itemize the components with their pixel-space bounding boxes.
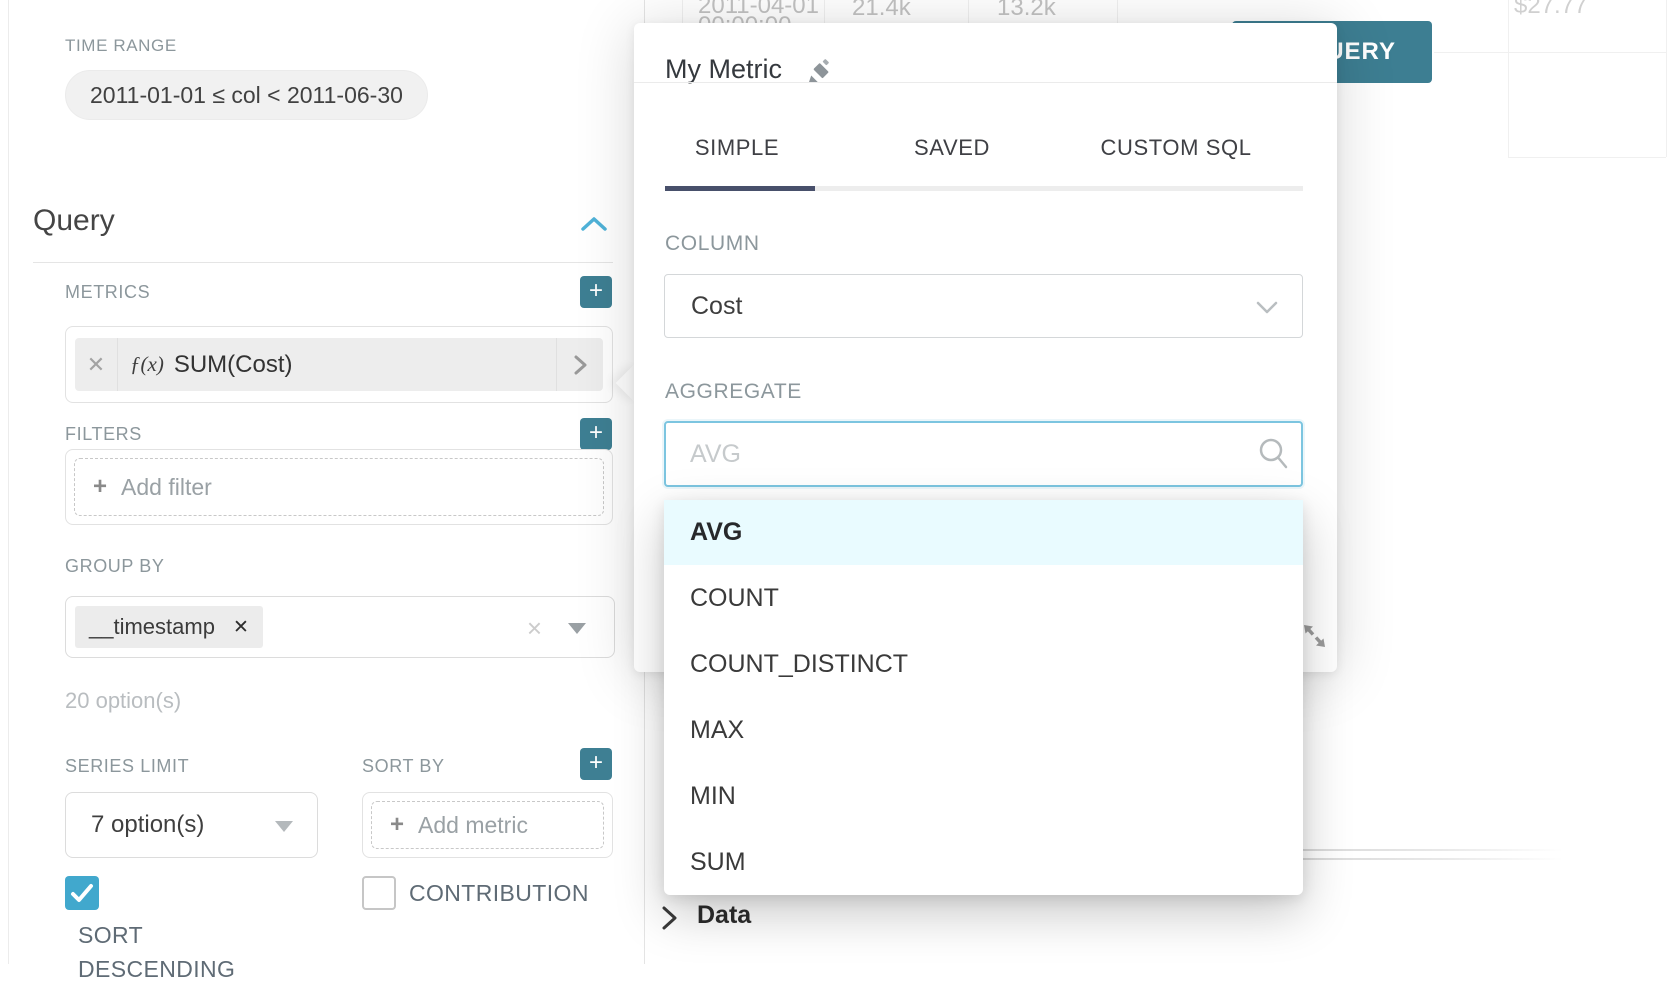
column-select-value: Cost <box>691 292 742 321</box>
bg-grid-line <box>1508 0 1509 157</box>
metric-pill[interactable]: ✕ ƒ(x) SUM(Cost) <box>75 338 603 391</box>
group-by-select[interactable]: __timestamp ✕ × <box>65 596 615 658</box>
clear-select-icon[interactable]: × <box>527 613 542 644</box>
select-caret-down-icon[interactable] <box>568 623 586 634</box>
metrics-container: ✕ ƒ(x) SUM(Cost) <box>65 326 613 403</box>
option-min[interactable]: MIN <box>664 763 1303 829</box>
bg-table-cell-value2: 13.2k <box>997 0 1056 22</box>
contribution-label: CONTRIBUTION <box>409 876 589 910</box>
select-caret-down-icon <box>275 821 293 832</box>
select-chevron-down-icon <box>1254 299 1280 322</box>
sort-by-label: SORT BY <box>362 756 445 777</box>
aggregate-options-dropdown: AVG COUNT COUNT_DISTINCT MAX MIN SUM <box>664 500 1303 895</box>
add-filter-button[interactable]: + Add filter <box>74 458 604 516</box>
tab-saved[interactable]: SAVED <box>914 135 990 161</box>
plus-icon: + <box>93 473 107 501</box>
section-divider <box>33 262 613 263</box>
bg-grid-line <box>824 0 825 23</box>
time-range-pill[interactable]: 2011-01-01 ≤ col < 2011-06-30 <box>65 70 428 120</box>
series-limit-value: 7 option(s) <box>91 811 204 839</box>
function-icon: ƒ(x) <box>130 352 164 377</box>
option-avg[interactable]: AVG <box>664 500 1303 565</box>
column-select[interactable]: Cost <box>664 274 1303 338</box>
group-by-tag-label: __timestamp <box>89 614 215 640</box>
divider <box>117 338 118 391</box>
contribution-checkbox[interactable] <box>362 876 396 910</box>
bg-table-cell-value1: 21.4k <box>852 0 911 22</box>
bg-grid-line <box>682 0 683 23</box>
sort-descending-option[interactable]: SORT DESCENDING <box>65 876 280 986</box>
add-sort-metric-label: Add metric <box>418 812 528 839</box>
filters-label: FILTERS <box>65 424 142 445</box>
time-range-label: TIME RANGE <box>65 36 177 56</box>
tab-simple[interactable]: SIMPLE <box>695 135 779 161</box>
edit-metric-chevron-right-icon[interactable] <box>557 352 603 378</box>
add-filter-plus-button[interactable]: + <box>580 418 612 450</box>
option-max[interactable]: MAX <box>664 697 1303 763</box>
add-sort-metric-button[interactable]: + Add metric <box>371 801 604 849</box>
remove-tag-icon[interactable]: ✕ <box>233 616 249 639</box>
data-panel-border <box>1303 849 1563 851</box>
option-count[interactable]: COUNT <box>664 565 1303 631</box>
panel-left-border <box>8 0 9 964</box>
data-section-title[interactable]: Data <box>697 901 751 930</box>
metric-name: SUM(Cost) <box>174 351 293 379</box>
column-label: COLUMN <box>665 232 760 256</box>
bg-grid-line <box>1434 52 1666 53</box>
bg-grid-line <box>1666 0 1667 157</box>
data-section-chevron-right-icon[interactable] <box>656 903 682 938</box>
resize-handle-icon[interactable] <box>1300 620 1330 657</box>
option-sum[interactable]: SUM <box>664 829 1303 895</box>
metrics-label: METRICS <box>65 282 150 303</box>
aggregate-label: AGGREGATE <box>665 380 802 404</box>
sort-descending-checkbox[interactable] <box>65 876 99 910</box>
group-by-label: GROUP BY <box>65 556 165 577</box>
aggregate-input[interactable] <box>664 421 1303 487</box>
group-by-tag[interactable]: __timestamp ✕ <box>75 606 263 648</box>
bg-grid-line <box>1117 0 1118 23</box>
series-limit-label: SERIES LIMIT <box>65 756 189 777</box>
group-by-options-hint: 20 option(s) <box>65 688 181 714</box>
add-metric-plus-button[interactable]: + <box>580 276 612 308</box>
series-limit-select[interactable]: 7 option(s) <box>65 792 318 858</box>
popover-header-divider <box>634 82 1337 83</box>
data-panel-border <box>1303 858 1563 860</box>
popover-title: My Metric <box>665 54 782 85</box>
tab-custom-sql[interactable]: CUSTOM SQL <box>1100 135 1251 161</box>
filters-container: + Add filter <box>65 449 613 525</box>
sort-descending-label: SORT DESCENDING <box>78 918 280 986</box>
contribution-option[interactable]: CONTRIBUTION <box>362 876 589 910</box>
collapse-chevron-up-icon[interactable] <box>578 212 610 243</box>
edit-title-pencil-icon[interactable] <box>806 59 832 90</box>
search-icon <box>1257 437 1291 478</box>
bg-table-cell-cost: $27.77 <box>1514 0 1587 20</box>
bg-grid-line <box>1508 157 1666 158</box>
active-tab-indicator <box>665 186 815 191</box>
option-count-distinct[interactable]: COUNT_DISTINCT <box>664 631 1303 697</box>
plus-icon: + <box>390 811 404 839</box>
sort-by-container: + Add metric <box>362 792 613 858</box>
add-filter-label: Add filter <box>121 474 212 501</box>
remove-metric-icon[interactable]: ✕ <box>75 352 117 378</box>
query-section-title: Query <box>33 204 115 238</box>
bg-grid-line <box>968 0 969 23</box>
add-sort-metric-plus-button[interactable]: + <box>580 748 612 780</box>
tab-track <box>665 186 1303 191</box>
